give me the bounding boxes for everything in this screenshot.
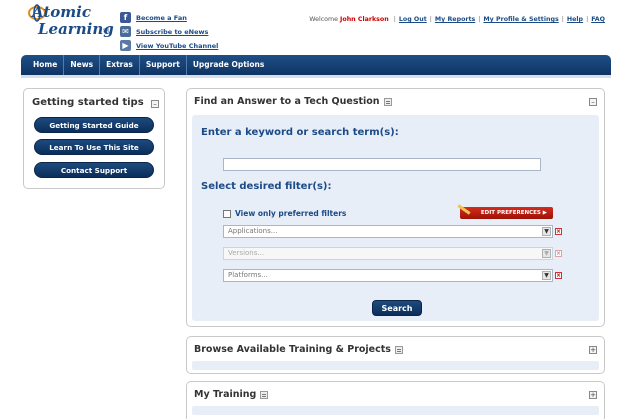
panel-title: My Training: [194, 389, 269, 400]
logo-text-top: Atomic: [32, 3, 92, 21]
learn-site-button[interactable]: Learn To Use This Site: [34, 139, 154, 155]
my-training-panel: My Training +: [186, 381, 605, 419]
panel-body: [192, 361, 599, 370]
user-name: John Clarkson: [340, 16, 389, 23]
logo-service-mark: SM: [103, 28, 109, 33]
preferred-filters-row[interactable]: View only preferred filters: [223, 209, 346, 218]
help-icon[interactable]: [260, 390, 269, 399]
divider: |: [478, 16, 481, 23]
find-answer-panel: Find an Answer to a Tech Question – Ente…: [186, 88, 605, 327]
panel-body: [192, 406, 599, 415]
divider: |: [561, 16, 564, 23]
divider: |: [429, 16, 432, 23]
platforms-select[interactable]: Platforms... ▼: [223, 269, 553, 282]
preferred-filters-label[interactable]: View only preferred filters: [235, 209, 346, 218]
chevron-down-icon[interactable]: ▼: [542, 271, 551, 280]
social-facebook[interactable]: f Become a Fan: [120, 11, 218, 24]
getting-started-panel: Getting started tips – Getting Started G…: [23, 88, 165, 189]
nav-news[interactable]: News: [64, 55, 101, 75]
help-icon[interactable]: [394, 345, 403, 354]
social-youtube[interactable]: ▶ View YouTube Channel: [120, 39, 218, 52]
become-fan-link[interactable]: Become a Fan: [136, 14, 187, 22]
collapse-icon[interactable]: –: [589, 98, 597, 106]
nav-shadow: [21, 75, 611, 78]
expand-icon[interactable]: +: [589, 346, 597, 354]
expand-icon[interactable]: +: [589, 391, 597, 399]
getting-started-guide-button[interactable]: Getting Started Guide: [34, 117, 154, 133]
platforms-placeholder: Platforms...: [228, 271, 268, 279]
facebook-icon: f: [120, 12, 131, 23]
versions-select: Versions... ▼: [223, 247, 553, 260]
divider: |: [586, 16, 589, 23]
getting-started-title: Getting started tips: [32, 97, 144, 108]
my-training-title: My Training: [194, 389, 257, 400]
clear-versions-icon: ×: [555, 250, 562, 257]
nav-extras[interactable]: Extras: [100, 55, 140, 75]
youtube-icon: ▶: [120, 40, 131, 51]
panel-title: Browse Available Training & Projects: [194, 344, 403, 355]
search-form: Enter a keyword or search term(s): Selec…: [192, 115, 599, 321]
keyword-input[interactable]: [223, 158, 541, 171]
keyword-label: Enter a keyword or search term(s):: [201, 127, 399, 138]
faq-link[interactable]: FAQ: [591, 16, 605, 23]
logout-link[interactable]: Log Out: [399, 16, 427, 23]
my-reports-link[interactable]: My Reports: [435, 16, 475, 23]
contact-support-button[interactable]: Contact Support: [34, 162, 154, 178]
clear-applications-icon[interactable]: ×: [555, 228, 562, 235]
utility-nav: Welcome John Clarkson | Log Out | My Rep…: [309, 16, 605, 23]
enews-icon: ✉: [120, 26, 131, 37]
pencil-icon: [457, 204, 471, 215]
panel-title: Find an Answer to a Tech Question: [194, 96, 392, 107]
divider: |: [393, 16, 396, 23]
nav-upgrade-options[interactable]: Upgrade Options: [187, 55, 271, 75]
atomic-learning-logo[interactable]: Atomic Learning SM: [22, 3, 114, 42]
help-link[interactable]: Help: [567, 16, 583, 23]
youtube-channel-link[interactable]: View YouTube Channel: [136, 42, 218, 50]
applications-select[interactable]: Applications... ▼: [223, 225, 553, 238]
nav-support[interactable]: Support: [140, 55, 187, 75]
subscribe-enews-link[interactable]: Subscribe to eNews: [136, 28, 208, 36]
collapse-icon[interactable]: –: [151, 100, 159, 108]
help-icon[interactable]: [383, 97, 392, 106]
edit-preferences-button[interactable]: EDIT PREFERENCES ▶: [457, 204, 553, 219]
nav-home[interactable]: Home: [21, 55, 65, 75]
social-links: f Become a Fan ✉ Subscribe to eNews ▶ Vi…: [120, 11, 218, 53]
browse-training-title: Browse Available Training & Projects: [194, 344, 391, 355]
profile-settings-link[interactable]: My Profile & Settings: [483, 16, 558, 23]
search-button[interactable]: Search: [372, 300, 422, 316]
find-answer-title: Find an Answer to a Tech Question: [194, 96, 380, 107]
chevron-down-icon: ▼: [542, 249, 551, 258]
welcome-text: Welcome: [309, 16, 339, 23]
main-nav: Home News Extras Support Upgrade Options: [21, 55, 611, 75]
page: Atomic Learning SM f Become a Fan ✉ Subs…: [0, 0, 618, 419]
edit-preferences-label: EDIT PREFERENCES: [480, 210, 541, 216]
versions-placeholder: Versions...: [228, 249, 265, 257]
social-enews[interactable]: ✉ Subscribe to eNews: [120, 25, 218, 38]
clear-platforms-icon[interactable]: ×: [555, 272, 562, 279]
applications-placeholder: Applications...: [228, 227, 278, 235]
preferred-filters-checkbox[interactable]: [223, 209, 231, 218]
browse-training-panel: Browse Available Training & Projects +: [186, 336, 605, 374]
filter-label: Select desired filter(s):: [201, 181, 332, 192]
chevron-down-icon[interactable]: ▼: [542, 227, 551, 236]
